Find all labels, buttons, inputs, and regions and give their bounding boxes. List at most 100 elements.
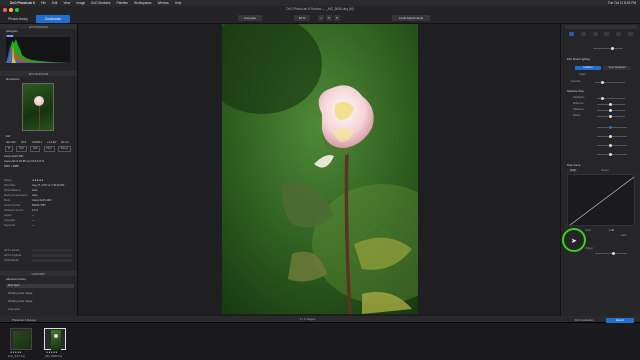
exif-mode: M bbox=[5, 146, 14, 152]
gps-alt-field[interactable] bbox=[32, 259, 72, 262]
contrast-knob[interactable] bbox=[609, 126, 612, 129]
exposure-slider-knob[interactable] bbox=[611, 47, 614, 50]
thumb-stars[interactable]: ★★★★★ bbox=[10, 351, 22, 354]
history-item[interactable]: Crop area bbox=[6, 308, 20, 311]
curve-out-slider[interactable] bbox=[595, 253, 627, 254]
gps-lon-field[interactable] bbox=[32, 254, 72, 257]
dxo-collection-button[interactable]: DxO Collection bbox=[575, 318, 594, 322]
minimize-window-icon[interactable] bbox=[9, 8, 13, 12]
exif-iso: ISO 100 bbox=[6, 141, 16, 144]
meta-key: Software Version bbox=[4, 209, 24, 212]
exposure-slider-track[interactable] bbox=[593, 48, 623, 49]
filmstrip-thumb-selected[interactable] bbox=[44, 328, 66, 350]
local-adjustments-button[interactable]: Local Adjustments bbox=[392, 15, 430, 21]
curve-out-knob[interactable] bbox=[612, 252, 615, 255]
crop-tool-button[interactable]: ⌗ bbox=[318, 15, 324, 21]
menu-file[interactable]: File bbox=[41, 1, 46, 5]
meta-key: Shot Date bbox=[4, 184, 16, 187]
zoom-select[interactable]: 48 % bbox=[294, 15, 310, 21]
slight-label[interactable]: Slight bbox=[579, 73, 586, 76]
rotate-tool-button[interactable]: ↻ bbox=[334, 15, 340, 21]
clearview-slider[interactable] bbox=[597, 154, 627, 155]
tab-customize[interactable]: Customize bbox=[36, 15, 70, 23]
meta-value[interactable]: ★★★★★ bbox=[32, 179, 44, 182]
camera-model: Canon EOS 40D bbox=[4, 155, 24, 158]
intensity-slider-track[interactable] bbox=[595, 82, 625, 83]
history-item[interactable]: Working Color Space bbox=[6, 292, 32, 295]
microcontrast-slider[interactable] bbox=[597, 136, 627, 137]
spot-weighted-button[interactable]: Spot Weighted bbox=[603, 66, 631, 70]
history-header: HISTORY bbox=[0, 271, 77, 276]
exif-label: Exif bbox=[6, 135, 11, 138]
gps-key: GPS Longitude bbox=[4, 254, 22, 257]
tone-curve-title[interactable]: Tone Curve bbox=[567, 164, 580, 167]
menu-view[interactable]: View bbox=[63, 1, 70, 5]
detail-palette-icon[interactable] bbox=[592, 32, 598, 36]
meta-value[interactable]: — bbox=[32, 219, 35, 222]
curve-auto-label[interactable]: Auto bbox=[621, 234, 626, 237]
tone-curve-channel-select[interactable]: RGB bbox=[569, 169, 577, 172]
close-window-icon[interactable] bbox=[3, 8, 7, 12]
menu-dxo-modules[interactable]: DxO Modules bbox=[91, 1, 110, 5]
main-photo[interactable] bbox=[222, 24, 418, 314]
fine-contrast-knob[interactable] bbox=[609, 144, 612, 147]
move-zoom-thumbnail[interactable] bbox=[22, 83, 54, 131]
menu-edit[interactable]: Edit bbox=[52, 1, 58, 5]
menu-workspaces[interactable]: Workspaces bbox=[134, 1, 151, 5]
meta-value[interactable]: — bbox=[32, 214, 35, 217]
histogram-header: HISTOGRAM bbox=[0, 24, 77, 29]
palette-icon-row bbox=[569, 32, 633, 37]
light-palette-icon[interactable] bbox=[569, 32, 574, 36]
meta-key: Serial Number bbox=[4, 204, 21, 207]
filmstrip-thumb[interactable] bbox=[10, 328, 32, 350]
meta-key: White Balance bbox=[4, 189, 21, 192]
color-palette-icon[interactable] bbox=[580, 32, 586, 36]
contrast-slider[interactable] bbox=[597, 127, 627, 128]
gps-lat-field[interactable] bbox=[32, 249, 72, 252]
history-item[interactable]: First Sync bbox=[6, 284, 74, 288]
repair-tool-button[interactable]: ✎ bbox=[326, 15, 332, 21]
blacks-knob[interactable] bbox=[609, 115, 612, 118]
export-button[interactable]: Export bbox=[606, 318, 634, 323]
microcontrast-knob[interactable] bbox=[609, 135, 612, 138]
filmstrip: PhotoLab 6 Review DxO Collection Export … bbox=[0, 318, 640, 360]
menu-help[interactable]: Help bbox=[175, 1, 182, 5]
menu-palettes[interactable]: Palettes bbox=[116, 1, 128, 5]
intensity-slider-knob[interactable] bbox=[601, 81, 604, 84]
compare-button[interactable]: Compare bbox=[238, 15, 262, 21]
meta-value[interactable]: — bbox=[32, 224, 35, 227]
exif-aperture: f/2.8 bbox=[21, 141, 27, 144]
meta-key: Rating bbox=[4, 179, 12, 182]
history-item[interactable]: Working Color Space bbox=[6, 300, 32, 303]
thumb-name: First_Z-57.dng bbox=[8, 355, 25, 358]
midtones-label: Midtones bbox=[573, 102, 584, 105]
thumb-rose bbox=[54, 334, 58, 338]
menu-app[interactable]: DxO PhotoLab 6 bbox=[10, 1, 35, 5]
midtones-knob[interactable] bbox=[609, 103, 612, 106]
tone-curve-graph[interactable] bbox=[567, 174, 637, 228]
selective-tone-title[interactable]: Selective Tone bbox=[567, 90, 584, 93]
geometry-palette-icon[interactable] bbox=[604, 32, 610, 36]
tone-curve-preset-label[interactable]: Preset bbox=[601, 169, 609, 172]
shadows-knob[interactable] bbox=[609, 109, 612, 112]
filmstrip-folder-label[interactable]: PhotoLab 6 Review bbox=[12, 318, 36, 322]
curve-gamma-value[interactable]: 1.00 bbox=[609, 229, 614, 232]
correction-search-input[interactable] bbox=[565, 25, 637, 29]
window-title: DxO PhotoLab 6 Review — _MG_9648.dng (M) bbox=[286, 7, 354, 11]
favorites-palette-icon[interactable] bbox=[627, 32, 633, 36]
zoom-window-icon[interactable] bbox=[15, 8, 19, 12]
meta-key: Keywords bbox=[4, 224, 16, 227]
thumbnail-rose bbox=[34, 96, 44, 106]
highlights-knob[interactable] bbox=[601, 97, 604, 100]
clearview-knob[interactable] bbox=[609, 153, 612, 156]
menu-image[interactable]: Image bbox=[76, 1, 85, 5]
meta-key: Copyright bbox=[4, 219, 16, 222]
effects-palette-icon[interactable] bbox=[616, 32, 622, 36]
uniform-button[interactable]: Uniform bbox=[575, 66, 601, 70]
tab-photolibrary[interactable]: PhotoLibrary bbox=[3, 15, 33, 23]
menu-window[interactable]: Window bbox=[157, 1, 168, 5]
fine-contrast-slider[interactable] bbox=[597, 145, 627, 146]
exif-fstop: f/8.0 bbox=[43, 146, 55, 152]
thumb-stars[interactable]: ★★★★★ bbox=[46, 351, 58, 354]
smart-lighting-title[interactable]: DxO Smart Lighting bbox=[567, 58, 590, 61]
